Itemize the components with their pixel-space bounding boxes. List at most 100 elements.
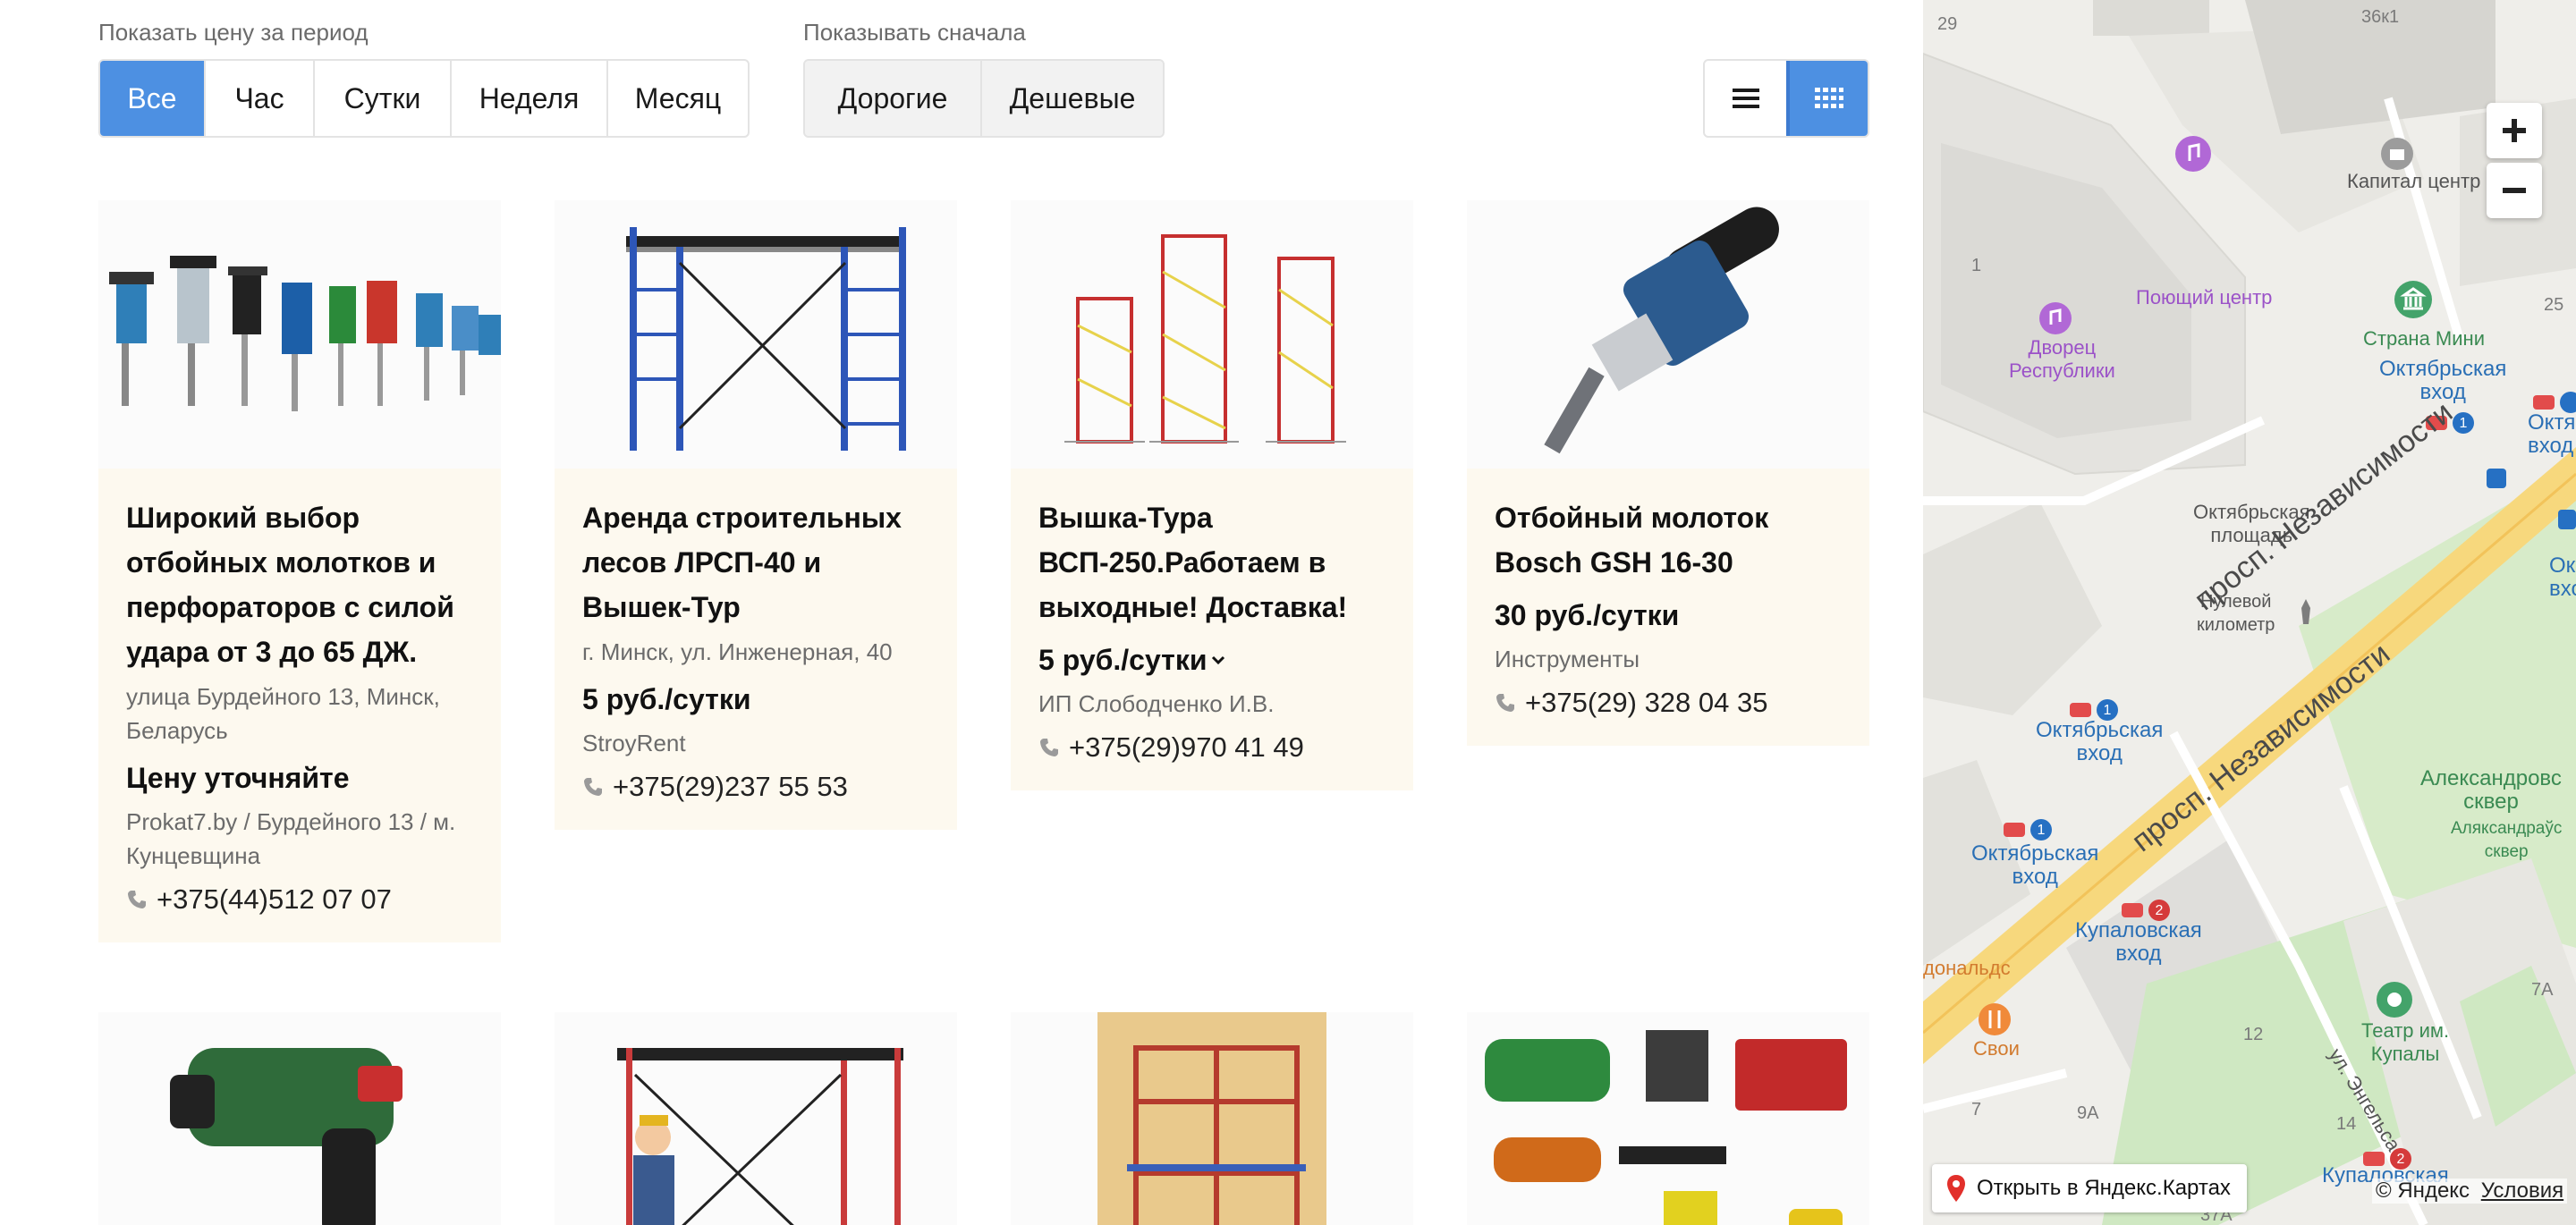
museum-icon[interactable] [2393,279,2434,320]
map-pin-icon [1947,1175,1965,1202]
sort-filter-label: Показывать сначала [803,19,1026,46]
phone-icon [584,778,602,796]
listing-phone[interactable]: +375(44)512 07 07 [126,880,473,919]
listing-image-jackhammers[interactable] [98,200,501,469]
svg-text:1: 1 [2460,416,2468,431]
open-in-yandex-maps-label: Открыть в Яндекс.Картах [1977,1176,2231,1200]
listing-image-scaffold-frame[interactable] [1011,1012,1413,1225]
phone-number[interactable]: +375(29)237 55 53 [613,767,848,807]
map-label-cafe[interactable]: Свои [1973,1037,2020,1060]
copyright-text: © Яндекс [2376,1179,2470,1203]
period-month-button[interactable]: Месяц [608,61,748,136]
period-hour-button[interactable]: Час [206,61,315,136]
period-day-button[interactable]: Сутки [315,61,452,136]
listing-image-scaffold-worker[interactable] [555,1012,957,1225]
listing-title[interactable]: Вышка-Тура ВСП-250.Работаем в выходные! … [1038,495,1385,629]
listing-seller[interactable]: StroyRent [582,726,929,760]
map-house-number: 7 [1971,1100,1982,1119]
palace-icon[interactable] [2038,300,2073,336]
listings-pane: Показать цену за период Все Час Сутки Не… [0,0,1923,1225]
map-label-palace[interactable]: Дворец Республики [2009,336,2115,383]
listing-phone[interactable]: +375(29)237 55 53 [582,767,929,807]
map-house-number: 25 [2544,295,2564,315]
open-in-yandex-maps-button[interactable]: Открыть в Яндекс.Картах [1932,1164,2247,1212]
map-house-number: 36к1 [2361,7,2400,27]
listing-price: Цену уточняйте [126,762,350,794]
map-label-country-mini[interactable]: Страна Мини [2363,327,2485,351]
period-filter-label: Показать цену за период [98,19,369,46]
monument-icon [2301,599,2310,624]
listing-phone[interactable]: +375(29)970 41 49 [1038,728,1385,767]
grid-icon [1814,88,1843,108]
listing-price-value: 5 руб./сутки [1038,644,1208,676]
grid-view-button[interactable] [1786,61,1868,136]
phone-icon [128,891,146,908]
svg-text:1: 1 [2038,823,2046,838]
listing-seller[interactable]: Инструменты [1495,642,1842,676]
phone-icon [1496,694,1514,712]
svg-text:1: 1 [2104,703,2112,718]
zoom-in-button[interactable] [2487,103,2542,158]
restaurant-icon[interactable] [1977,1001,2012,1037]
listing-title[interactable]: Отбойный молоток Bosch GSH 16-30 [1495,495,1842,585]
music-venue-icon[interactable] [2174,134,2213,173]
sort-cheap-button[interactable]: Дешевые [982,61,1163,136]
terms-link[interactable]: Условия [2481,1179,2563,1203]
listing-phone[interactable]: +375(29) 328 04 35 [1495,683,1842,722]
bus-stop-icon[interactable] [2556,508,2576,531]
map-label-singing-center[interactable]: Поющий центр [2136,286,2272,309]
list-icon [1732,89,1759,108]
map-label-metro-exit[interactable]: Октябрьская вход [2379,358,2506,404]
listing-address: улица Бурдейного 13, Минск, Беларусь [126,683,440,744]
period-week-button[interactable]: Неделя [452,61,608,136]
phone-number[interactable]: +375(29)970 41 49 [1069,728,1304,767]
chevron-down-icon [1211,655,1224,665]
listing-title[interactable]: Аренда строительных лесов ЛРСП-40 и Выше… [582,495,929,629]
listing-price: 30 руб./сутки [1495,599,1680,631]
period-all-button[interactable]: Все [100,61,206,136]
listing-address: г. Минск, ул. Инженерная, 40 [582,638,893,665]
sort-expensive-button[interactable]: Дорогие [805,61,982,136]
map-label-metro-exit[interactable]: Октябрьская вход [2036,719,2163,765]
listing-price: 5 руб./сутки [582,683,751,715]
map-label-park[interactable]: Александровс сквер [2420,767,2562,814]
listing-image-green-drill[interactable] [98,1012,501,1225]
business-center-icon[interactable] [2379,136,2415,172]
map-label-metro-exit[interactable]: Октябрьс вход [2549,554,2576,601]
listing-title[interactable]: Широкий выбор отбойных молотков и перфор… [126,495,473,674]
listing-image-scaffolding[interactable] [555,200,957,469]
view-toggle [1703,59,1869,138]
list-view-button[interactable] [1705,61,1786,136]
map-house-number: 1 [1971,256,1982,275]
listing-image-scaffold-towers[interactable] [1011,200,1413,469]
listing-image-bosch-hammer[interactable] [1467,200,1869,469]
map-house-number: 12 [2243,1025,2264,1044]
listing-price[interactable]: 5 руб./сутки [1038,638,1385,681]
map-house-number: 9А [2077,1103,2099,1123]
map-label-metro-exit[interactable]: Октябрьская вход [1971,842,2098,889]
sort-filter: Дорогие Дешевые [803,59,1165,138]
minus-icon [2503,188,2526,193]
phone-number[interactable]: +375(44)512 07 07 [157,880,392,919]
map-label-park-by[interactable]: Аляксандраўс сквер [2451,817,2562,864]
map-house-number: 29 [1937,14,1958,34]
map-label-theatre[interactable]: Театр им. Купалы [2361,1019,2449,1066]
listing-image-equipment-set[interactable] [1467,1012,1869,1225]
bus-stop-icon[interactable] [2485,467,2508,490]
svg-text:2: 2 [2156,903,2164,918]
listing-seller[interactable]: ИП Слободченко И.В. [1038,687,1385,721]
map-house-number: 14 [2336,1114,2357,1134]
map-label-metro-exit[interactable]: Купаловская вход [2075,919,2202,966]
map-copyright: © Яндекс Условия [2372,1179,2568,1204]
zoom-out-button[interactable] [2487,163,2542,218]
map-label-metro-exit[interactable]: Октябрьс вход [2528,411,2576,458]
plus-icon [2503,119,2526,142]
phone-number[interactable]: +375(29) 328 04 35 [1525,683,1767,722]
map-label-mcdonalds[interactable]: дональдс [1923,957,2011,980]
yandex-map[interactable]: 1 1 2 1 2 29 36к1 Капитал центр Поющий ц… [1923,0,2576,1225]
map-label-capital[interactable]: Капитал центр [2347,170,2480,193]
theatre-icon[interactable] [2375,980,2414,1019]
phone-icon [1040,739,1058,756]
listing-seller[interactable]: Prokat7.by / Бурдейного 13 / м. Кунцевщи… [126,805,473,873]
metro-icon[interactable]: 1 [2002,817,2055,844]
